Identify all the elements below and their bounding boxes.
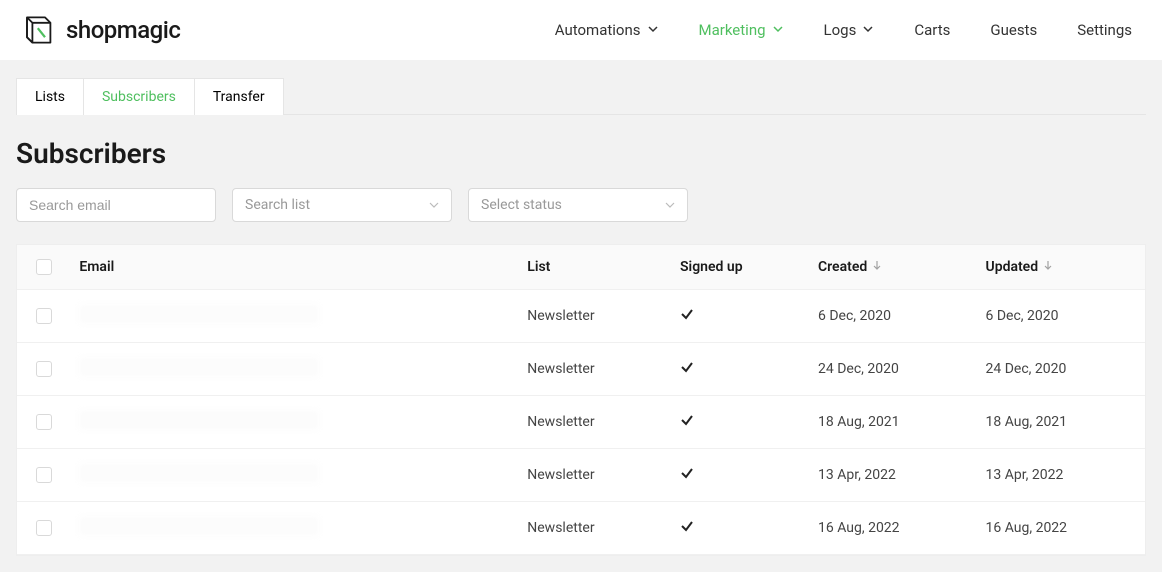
redacted-email <box>79 516 319 536</box>
cell-email <box>71 502 519 554</box>
cell-updated: 13 Apr, 2022 <box>978 453 1146 497</box>
chevron-down-icon <box>862 21 874 39</box>
search-list-select[interactable]: Search list <box>232 188 452 222</box>
table-header-row: Email List Signed up Created Updated <box>17 245 1145 290</box>
filters-row: Search list Select status <box>16 188 1146 222</box>
col-header-signed-up[interactable]: Signed up <box>672 245 810 289</box>
sort-down-icon <box>871 259 883 275</box>
check-icon <box>680 415 694 431</box>
chevron-down-icon <box>647 21 659 39</box>
row-checkbox[interactable] <box>36 467 52 483</box>
cell-updated: 16 Aug, 2022 <box>978 506 1146 550</box>
table-row: Newsletter 16 Aug, 2022 16 Aug, 2022 <box>17 502 1145 555</box>
redacted-email <box>79 304 319 324</box>
cell-updated: 24 Dec, 2020 <box>978 347 1146 391</box>
row-checkbox[interactable] <box>36 414 52 430</box>
cell-created: 24 Dec, 2020 <box>810 347 978 391</box>
table-row: Newsletter 6 Dec, 2020 6 Dec, 2020 <box>17 290 1145 343</box>
redacted-email <box>79 357 319 377</box>
search-list-placeholder: Search list <box>245 197 310 213</box>
row-checkbox[interactable] <box>36 361 52 377</box>
nav-settings[interactable]: Settings <box>1077 21 1132 39</box>
check-icon <box>680 521 694 537</box>
nav-logs-label: Logs <box>824 21 857 39</box>
col-header-updated-label: Updated <box>986 259 1039 275</box>
page-title: Subscribers <box>16 137 1146 170</box>
sort-down-icon <box>1042 259 1054 275</box>
nav-settings-label: Settings <box>1077 21 1132 39</box>
cell-updated: 18 Aug, 2021 <box>978 400 1146 444</box>
row-checkbox[interactable] <box>36 308 52 324</box>
col-header-created-label: Created <box>818 259 867 275</box>
nav-guests-label: Guests <box>990 21 1037 39</box>
cell-list: Newsletter <box>519 506 672 550</box>
nav-automations-label: Automations <box>555 21 641 39</box>
cell-signed-up <box>672 293 810 339</box>
check-icon <box>680 468 694 484</box>
tab-subscribers[interactable]: Subscribers <box>84 78 195 115</box>
chevron-down-icon <box>429 200 439 210</box>
brand: shopmagic <box>18 12 180 48</box>
brand-text: shopmagic <box>66 16 180 44</box>
tabs: Lists Subscribers Transfer <box>16 60 1146 115</box>
check-icon <box>680 362 694 378</box>
cell-signed-up <box>672 505 810 551</box>
cell-created: 6 Dec, 2020 <box>810 294 978 338</box>
cell-list: Newsletter <box>519 347 672 391</box>
cell-email <box>71 290 519 342</box>
col-header-email[interactable]: Email <box>71 245 519 289</box>
cell-signed-up <box>672 452 810 498</box>
select-status-placeholder: Select status <box>481 197 562 213</box>
cell-updated: 6 Dec, 2020 <box>978 294 1146 338</box>
cell-email <box>71 449 519 501</box>
nav-automations[interactable]: Automations <box>555 21 659 39</box>
table-row: Newsletter 18 Aug, 2021 18 Aug, 2021 <box>17 396 1145 449</box>
cell-list: Newsletter <box>519 294 672 338</box>
nav-carts[interactable]: Carts <box>914 21 950 39</box>
subscribers-table: Email List Signed up Created Updated New… <box>16 244 1146 556</box>
row-checkbox[interactable] <box>36 520 52 536</box>
cell-created: 13 Apr, 2022 <box>810 453 978 497</box>
check-icon <box>680 309 694 325</box>
col-header-created[interactable]: Created <box>810 245 978 289</box>
top-nav: Automations Marketing Logs Carts Guests … <box>555 21 1144 39</box>
col-header-updated[interactable]: Updated <box>978 245 1146 289</box>
cell-created: 18 Aug, 2021 <box>810 400 978 444</box>
logo-icon <box>18 12 54 48</box>
redacted-email <box>79 410 319 430</box>
cell-list: Newsletter <box>519 453 672 497</box>
search-email-input[interactable] <box>16 188 216 222</box>
chevron-down-icon <box>772 21 784 39</box>
cell-created: 16 Aug, 2022 <box>810 506 978 550</box>
table-row: Newsletter 13 Apr, 2022 13 Apr, 2022 <box>17 449 1145 502</box>
tab-lists[interactable]: Lists <box>16 78 84 115</box>
select-all-checkbox[interactable] <box>36 259 52 275</box>
cell-email <box>71 343 519 395</box>
cell-list: Newsletter <box>519 400 672 444</box>
redacted-email <box>79 463 319 483</box>
nav-marketing-label: Marketing <box>699 21 766 39</box>
tab-transfer[interactable]: Transfer <box>195 78 284 115</box>
select-all-cell <box>17 245 71 289</box>
col-header-list[interactable]: List <box>519 245 672 289</box>
page-body: Lists Subscribers Transfer Subscribers S… <box>0 60 1162 572</box>
app-header: shopmagic Automations Marketing Logs Car… <box>0 0 1162 60</box>
nav-guests[interactable]: Guests <box>990 21 1037 39</box>
select-status-select[interactable]: Select status <box>468 188 688 222</box>
nav-logs[interactable]: Logs <box>824 21 875 39</box>
cell-signed-up <box>672 346 810 392</box>
cell-signed-up <box>672 399 810 445</box>
nav-carts-label: Carts <box>914 21 950 39</box>
chevron-down-icon <box>665 200 675 210</box>
cell-email <box>71 396 519 448</box>
table-row: Newsletter 24 Dec, 2020 24 Dec, 2020 <box>17 343 1145 396</box>
nav-marketing[interactable]: Marketing <box>699 21 784 39</box>
